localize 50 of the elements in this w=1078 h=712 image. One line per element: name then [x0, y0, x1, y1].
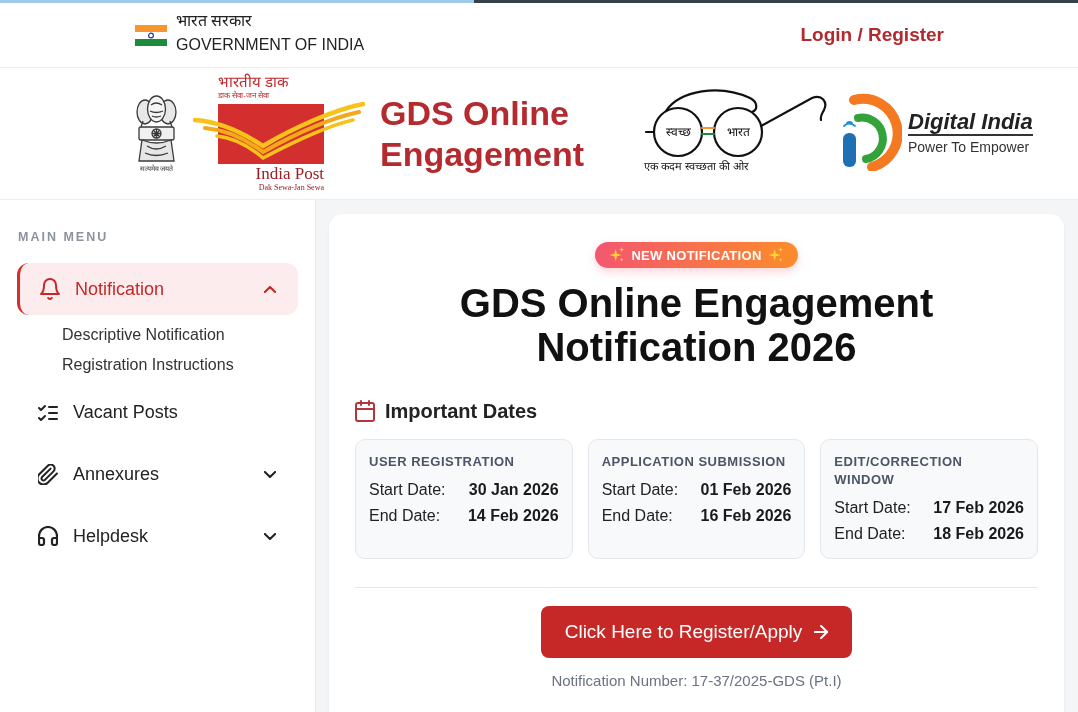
logo-title: India Post	[255, 164, 324, 183]
government-name: GOVERNMENT OF INDIA	[176, 35, 365, 55]
date-value: 16 Feb 2026	[700, 507, 792, 525]
menu-item[interactable]: Annexures	[17, 448, 298, 500]
submenu-item[interactable]: Registration Instructions	[62, 350, 234, 380]
flag-icon	[135, 24, 167, 46]
logo-hindi-tagline: डाक सेवा-जन सेवा	[218, 91, 271, 101]
register-button[interactable]: Click Here to Register/Apply	[540, 606, 853, 658]
date-card-title: USER REGISTRATION	[369, 453, 516, 471]
date-card-title: EDIT/CORRECTION WINDOW	[834, 453, 964, 489]
site-title: GDS Online Engagement	[380, 92, 586, 175]
date-label: Start Date:	[834, 499, 911, 517]
date-value: 18 Feb 2026	[933, 525, 1024, 543]
logo-tagline: Power To Empower	[908, 138, 1031, 155]
sparkle-icon	[767, 247, 784, 263]
menu-item[interactable]: Vacant Posts	[17, 386, 298, 438]
submenu-item[interactable]: Descriptive Notification	[62, 320, 225, 350]
date-value: 17 Feb 2026	[933, 499, 1024, 517]
date-card-title: APPLICATION SUBMISSION	[601, 453, 787, 471]
menu-item[interactable]: Notification	[17, 263, 298, 315]
logo-slogan: एक कदम स्वच्छता की ओर	[644, 159, 750, 173]
bell-icon	[40, 278, 60, 300]
date-value: 01 Feb 2026	[700, 481, 792, 499]
date-label: Start Date:	[369, 481, 446, 499]
logo-title: Digital India	[908, 108, 1033, 136]
login-link[interactable]: Login / Register	[800, 24, 944, 46]
notification-number: Notification Number: 17-37/2025-GDS (Pt.I)	[551, 672, 842, 690]
arrow-icon	[814, 625, 829, 639]
section-heading: Important Dates	[385, 399, 538, 423]
sparkle-icon	[609, 247, 626, 263]
date-label: End Date:	[834, 525, 906, 543]
calendar-icon	[355, 400, 375, 422]
menu-item[interactable]: Helpdesk	[17, 510, 298, 562]
date-label: Start Date:	[601, 481, 679, 499]
headphones-icon	[38, 526, 58, 546]
logo-hindi-title: भारतीय डाक	[218, 74, 290, 91]
lens-text: भारत	[726, 125, 750, 139]
date-value: 30 Jan 2026	[468, 481, 559, 499]
paperclip-icon	[38, 463, 58, 485]
date-label: End Date:	[369, 507, 441, 525]
date-value: 14 Feb 2026	[467, 507, 559, 525]
government-name-hindi: भारत सरकार	[176, 11, 254, 31]
emblem-logo	[135, 94, 178, 163]
badge-text: NEW NOTIFICATION	[631, 247, 762, 263]
menu-heading: MAIN MENU	[17, 230, 110, 244]
lens-text: स्वच्छ	[665, 125, 691, 139]
date-label: End Date:	[601, 507, 673, 525]
logo-tagline: Dak Sewa-Jan Sewa	[258, 183, 324, 193]
checklist-icon	[38, 403, 58, 421]
page-title: GDS Online Engagement Notification 2026	[458, 281, 935, 369]
